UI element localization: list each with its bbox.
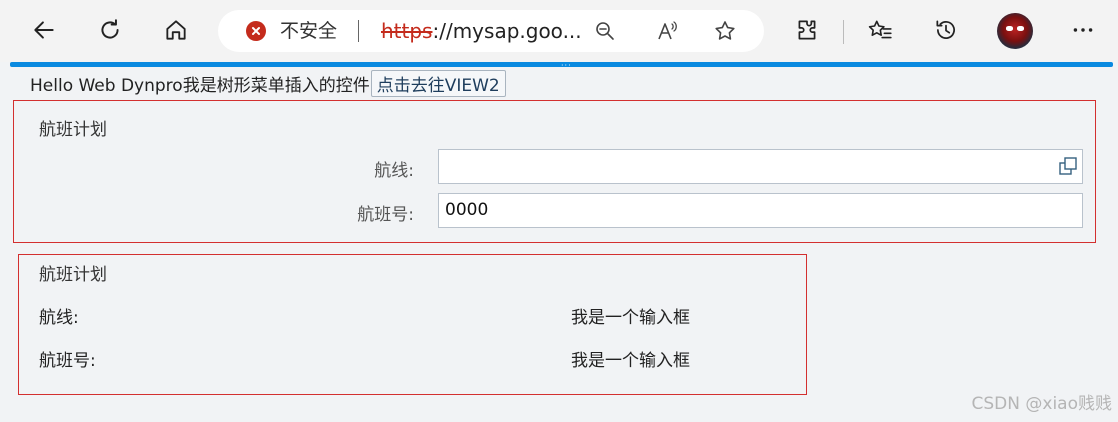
favorites-button[interactable] (862, 12, 898, 48)
flight-plan-form-panel: 航班计划 航线: 航班号: 0000 (13, 100, 1096, 243)
panel-title: 航班计划 (39, 265, 107, 285)
url-rest: ://mysap.goo... (432, 19, 582, 43)
history-icon (936, 20, 955, 39)
url-text[interactable]: https://mysap.goo... (381, 19, 582, 43)
drag-handle-icon[interactable]: ··· (561, 61, 572, 70)
go-to-view2-button[interactable]: 点击去往VIEW2 (370, 69, 506, 97)
insecure-icon[interactable] (246, 21, 266, 41)
favorite-star-icon[interactable] (712, 18, 738, 44)
zoom-icon[interactable] (592, 18, 618, 44)
display-flight-no-label: 航班号: (39, 351, 96, 371)
back-arrow-icon (34, 21, 54, 39)
puzzle-icon (798, 20, 816, 40)
view-top-strip: ··· (10, 61, 1113, 70)
favorites-list-icon (868, 20, 892, 39)
address-bar[interactable]: 不安全 https://mysap.goo... (218, 10, 764, 52)
browser-toolbar: 不安全 https://mysap.goo... (0, 0, 1118, 62)
more-dots-icon (1073, 28, 1093, 32)
avatar-eye (1017, 26, 1024, 31)
history-button[interactable] (928, 12, 964, 48)
extensions-button[interactable] (789, 12, 825, 48)
toolbar-separator (843, 20, 844, 44)
home-icon (166, 20, 186, 40)
flight-no-input[interactable]: 0000 (438, 193, 1083, 228)
home-button[interactable] (158, 12, 194, 48)
flight-plan-display-panel: 航班计划 航线: 我是一个输入框 航班号: 我是一个输入框 (18, 254, 807, 395)
flight-no-label: 航班号: (357, 205, 414, 225)
address-divider (358, 20, 359, 42)
watermark: CSDN @xiao贱贱 (971, 394, 1112, 414)
avatar-eye (1006, 26, 1013, 31)
more-menu-button[interactable] (1065, 12, 1101, 48)
display-route-label: 航线: (39, 308, 79, 328)
display-route-value: 我是一个输入框 (571, 308, 690, 328)
refresh-button[interactable] (92, 12, 128, 48)
route-label: 航线: (374, 161, 414, 181)
route-input[interactable] (438, 149, 1083, 184)
page-content: ··· Hello Web Dynpro我是树形菜单插入的控件 点击去往VIEW… (0, 61, 1118, 422)
value-help-icon[interactable] (1058, 156, 1078, 176)
security-label[interactable]: 不安全 (280, 19, 337, 43)
display-flight-no-value: 我是一个输入框 (571, 351, 690, 371)
back-button[interactable] (26, 12, 62, 48)
profile-avatar[interactable] (997, 13, 1033, 49)
header-row: Hello Web Dynpro我是树形菜单插入的控件 点击去往VIEW2 (30, 69, 506, 97)
url-protocol: https (381, 19, 433, 43)
panel-title: 航班计划 (39, 120, 107, 140)
refresh-icon (101, 19, 119, 39)
read-aloud-icon[interactable] (654, 18, 680, 44)
greeting-text: Hello Web Dynpro我是树形菜单插入的控件 (30, 75, 370, 96)
flight-no-value: 0000 (445, 200, 489, 220)
